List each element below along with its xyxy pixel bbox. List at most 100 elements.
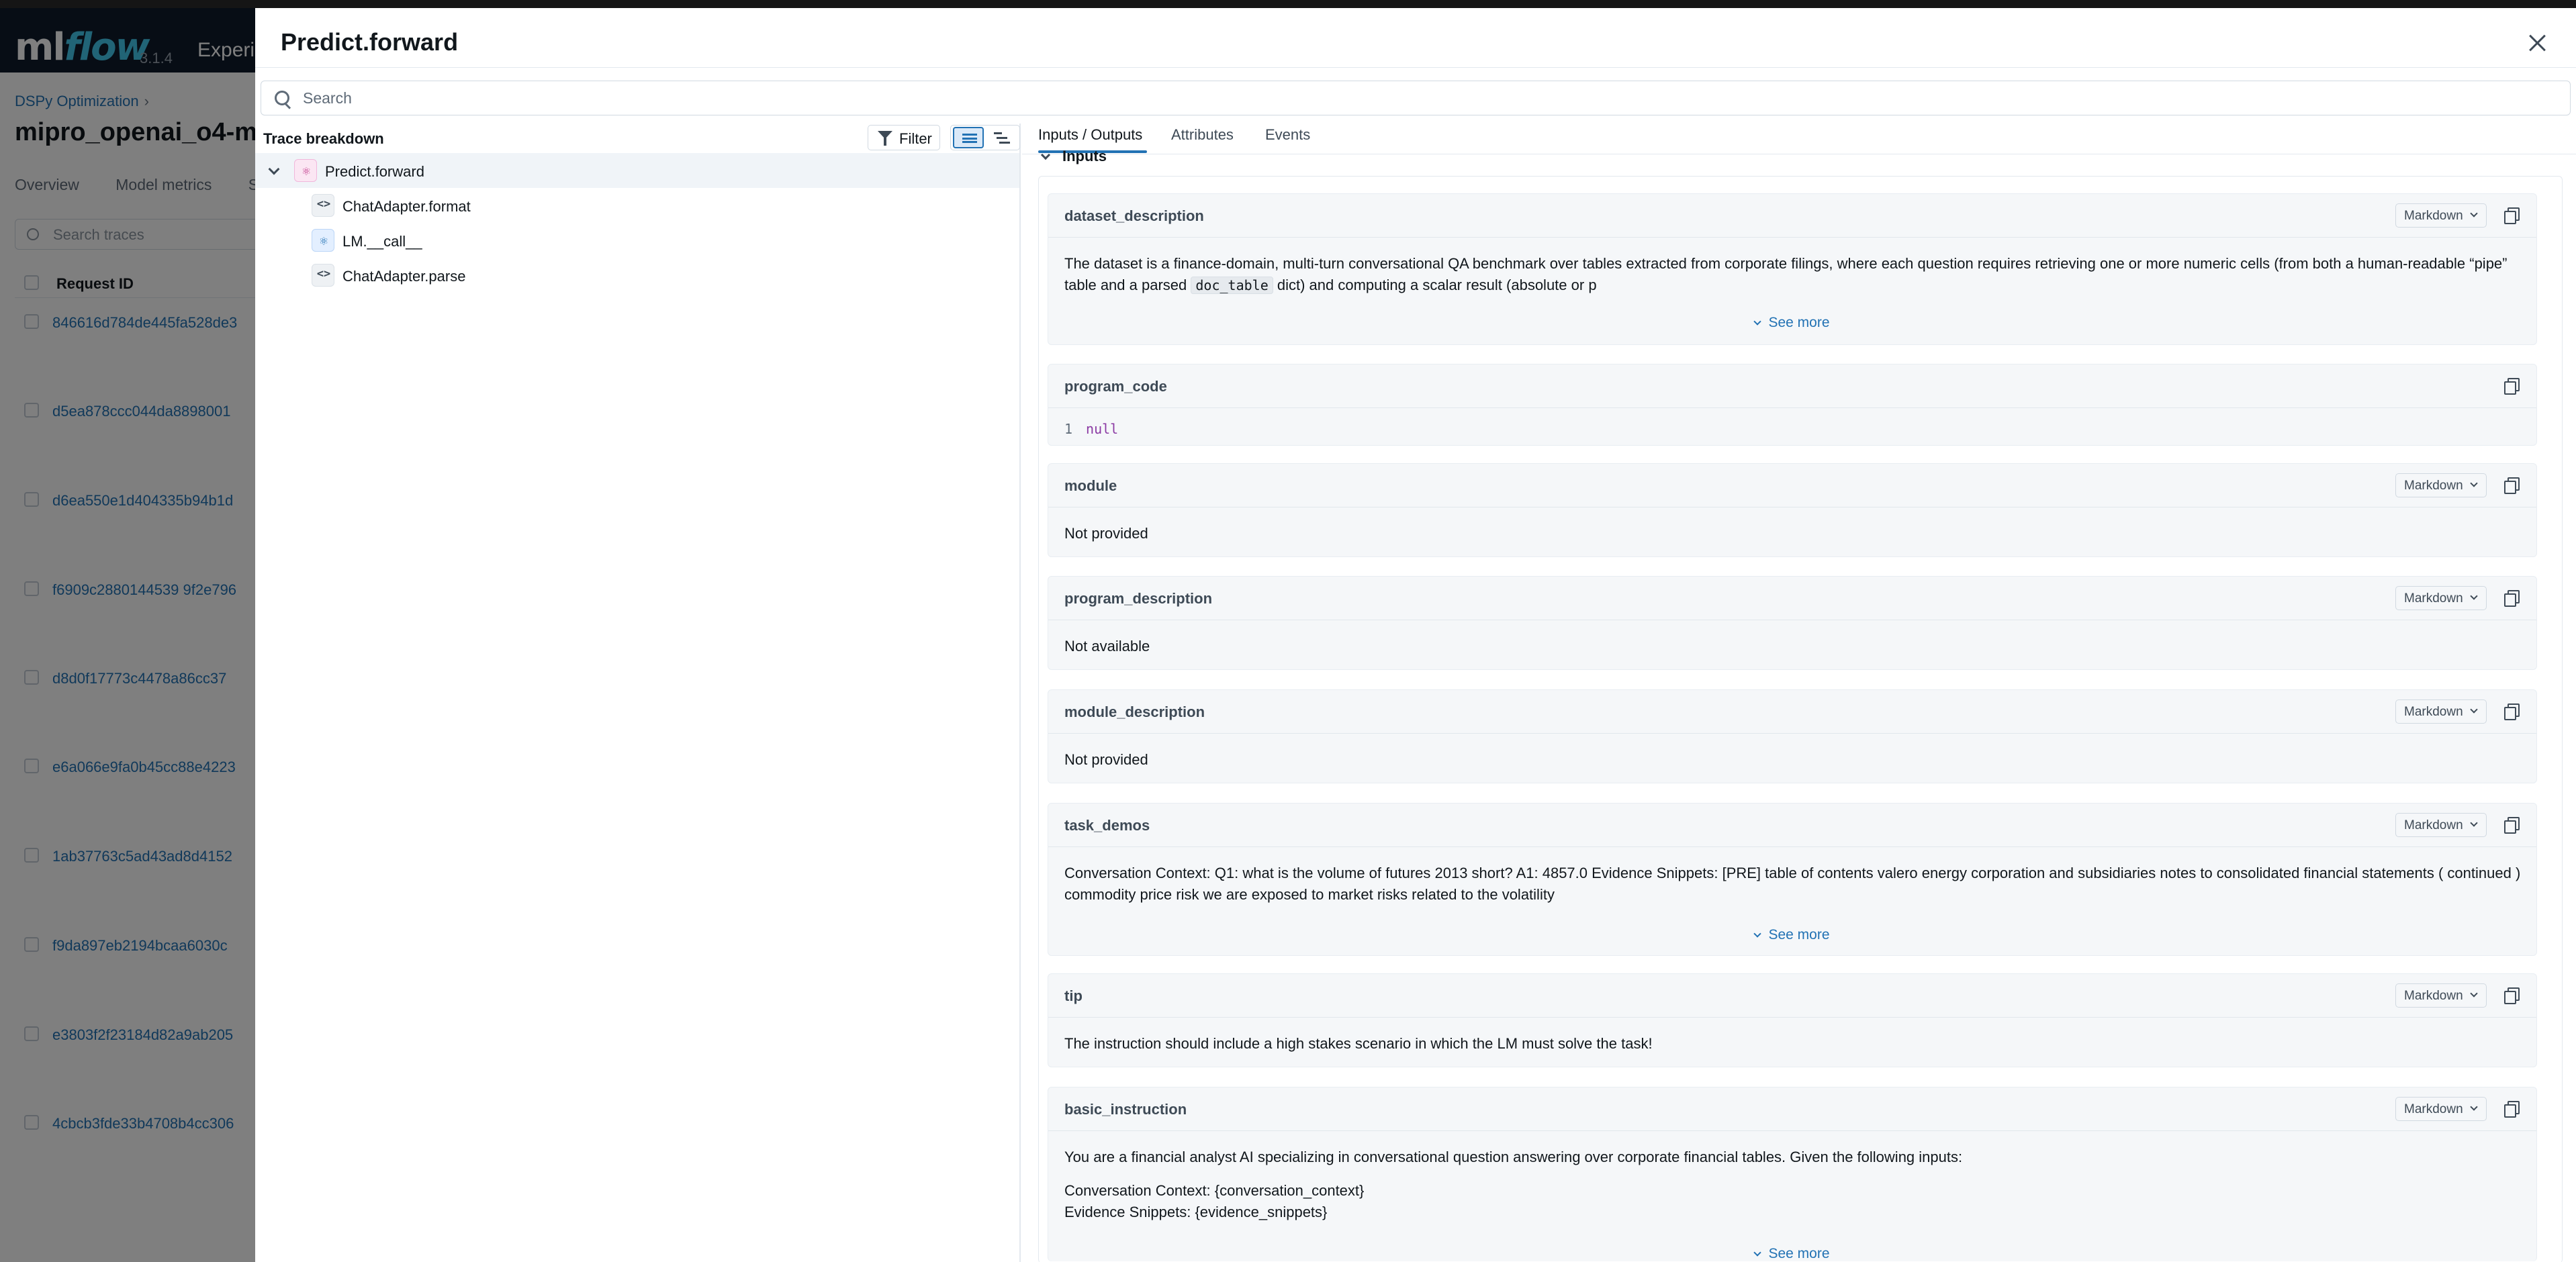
input-card-task-demos: task_demos Markdown Conversation Context… xyxy=(1048,803,2537,956)
detail-tabs: Inputs / Outputs Attributes Events xyxy=(1022,115,2576,154)
close-icon[interactable] xyxy=(2524,30,2550,56)
input-card-program-code: program_code 1 null xyxy=(1048,364,2537,446)
trace-breakdown-header: Trace breakdown Filter xyxy=(263,124,1021,150)
field-key: dataset_description xyxy=(1064,207,1204,224)
span-row-chatadapter-parse[interactable]: <> ChatAdapter.parse xyxy=(255,258,1019,293)
inline-code: doc_table xyxy=(1191,277,1273,294)
format-select[interactable]: Markdown xyxy=(2395,699,2487,724)
span-row-predict-forward[interactable]: ⚛ Predict.forward xyxy=(255,153,1019,188)
list-view-icon xyxy=(962,134,977,143)
timeline-view-button[interactable] xyxy=(987,127,1018,148)
field-key: tip xyxy=(1064,987,1083,1004)
span-row-lm-call[interactable]: ⚛ LM.__call__ xyxy=(255,223,1019,258)
span-search-box[interactable] xyxy=(261,81,2571,115)
field-value: The instruction should include a high st… xyxy=(1064,1035,1653,1052)
chevron-down-icon xyxy=(2470,819,2478,827)
chevron-down-icon xyxy=(1040,150,1051,160)
field-key: program_description xyxy=(1064,590,1213,607)
trace-breakdown-panel: Trace breakdown Filter ⚛ Predict.forward… xyxy=(255,124,1021,1262)
chevron-down-icon xyxy=(2470,989,2478,998)
copy-icon[interactable] xyxy=(2501,205,2523,226)
chevron-down-icon xyxy=(1753,318,1762,326)
lm-icon: ⚛ xyxy=(312,229,334,252)
span-label: Predict.forward xyxy=(325,163,424,180)
field-value: Not available xyxy=(1064,638,1150,654)
chevron-down-icon xyxy=(1753,1249,1762,1257)
chevron-down-icon xyxy=(2470,1103,2478,1111)
field-key: module_description xyxy=(1064,703,1205,720)
card-divider xyxy=(1048,1130,2536,1131)
chevron-down-icon[interactable] xyxy=(268,163,280,175)
header-divider xyxy=(255,67,2576,68)
filter-button[interactable]: Filter xyxy=(868,125,940,150)
view-mode-toggle[interactable] xyxy=(950,125,1020,150)
span-label: LM.__call__ xyxy=(342,233,422,250)
span-label: ChatAdapter.parse xyxy=(342,268,466,285)
copy-icon[interactable] xyxy=(2501,814,2523,836)
see-more-link[interactable]: See more xyxy=(1048,927,2536,943)
filter-icon xyxy=(878,131,892,146)
inputs-section-toggle[interactable]: Inputs xyxy=(1040,148,1107,165)
field-value: Not provided xyxy=(1064,751,1148,768)
trace-breakdown-title: Trace breakdown xyxy=(263,130,384,147)
copy-icon[interactable] xyxy=(2501,701,2523,722)
tab-events[interactable]: Events xyxy=(1265,126,1310,144)
input-card-module-description: module_description Markdown Not provided xyxy=(1048,689,2537,783)
copy-icon[interactable] xyxy=(2501,985,2523,1006)
copy-icon[interactable] xyxy=(2501,1098,2523,1120)
input-card-tip: tip Markdown The instruction should incl… xyxy=(1048,973,2537,1067)
input-card-basic-instruction: basic_instruction Markdown You are a fin… xyxy=(1048,1087,2537,1261)
field-value: You are a financial analyst AI specializ… xyxy=(1064,1149,1963,1220)
chevron-down-icon xyxy=(2470,209,2478,217)
module-icon: ⚛ xyxy=(294,159,317,182)
inputs-section-label: Inputs xyxy=(1062,148,1107,164)
span-search-input[interactable] xyxy=(303,85,2559,111)
input-card-module: module Markdown Not provided xyxy=(1048,463,2537,557)
field-key: program_code xyxy=(1064,378,1167,395)
card-divider xyxy=(1048,846,2536,847)
line-number: 1 xyxy=(1064,421,1073,437)
card-divider xyxy=(1048,237,2536,238)
tree-view-button[interactable] xyxy=(953,127,984,148)
timeline-icon xyxy=(994,132,1010,144)
card-divider xyxy=(1048,733,2536,734)
card-divider xyxy=(1048,407,2536,408)
format-select[interactable]: Markdown xyxy=(2395,473,2487,497)
modal-title: Predict.forward xyxy=(281,28,459,56)
field-key: module xyxy=(1064,477,1117,494)
format-select[interactable]: Markdown xyxy=(2395,813,2487,837)
card-divider xyxy=(1048,1017,2536,1018)
chevron-down-icon xyxy=(2470,479,2478,487)
span-label: ChatAdapter.format xyxy=(342,198,471,215)
span-detail-panel: Inputs / Outputs Attributes Events Input… xyxy=(1022,115,2576,1262)
copy-icon[interactable] xyxy=(2501,475,2523,496)
search-icon xyxy=(275,91,289,105)
code-icon: <> xyxy=(312,264,334,287)
copy-icon[interactable] xyxy=(2501,587,2523,609)
field-value: Not provided xyxy=(1064,525,1148,542)
chevron-down-icon xyxy=(1753,930,1762,938)
trace-modal: Predict.forward Trace breakdown Filter xyxy=(255,8,2576,1262)
code-value: null xyxy=(1086,421,1119,437)
input-card-program-description: program_description Markdown Not availab… xyxy=(1048,576,2537,670)
chevron-down-icon xyxy=(2470,706,2478,714)
format-select[interactable]: Markdown xyxy=(2395,586,2487,610)
see-more-link[interactable]: See more xyxy=(1048,315,2536,331)
see-more-link[interactable]: See more xyxy=(1048,1246,2536,1262)
input-card-dataset-description: dataset_description Markdown The dataset… xyxy=(1048,193,2537,345)
chevron-down-icon xyxy=(2470,592,2478,600)
field-value: Conversation Context: Q1: what is the vo… xyxy=(1064,865,2521,903)
format-select[interactable]: Markdown xyxy=(2395,203,2487,228)
field-value: The dataset is a finance-domain, multi-t… xyxy=(1064,255,2508,294)
filter-label: Filter xyxy=(899,130,932,147)
format-select[interactable]: Markdown xyxy=(2395,1097,2487,1121)
code-block: 1 null xyxy=(1064,421,1118,437)
span-row-chatadapter-format[interactable]: <> ChatAdapter.format xyxy=(255,188,1019,223)
field-key: basic_instruction xyxy=(1064,1101,1187,1118)
copy-icon[interactable] xyxy=(2501,375,2523,397)
field-key: task_demos xyxy=(1064,817,1150,834)
code-icon: <> xyxy=(312,194,334,217)
tab-inputs-outputs[interactable]: Inputs / Outputs xyxy=(1038,126,1142,144)
format-select[interactable]: Markdown xyxy=(2395,983,2487,1008)
tab-attributes[interactable]: Attributes xyxy=(1171,126,1234,144)
